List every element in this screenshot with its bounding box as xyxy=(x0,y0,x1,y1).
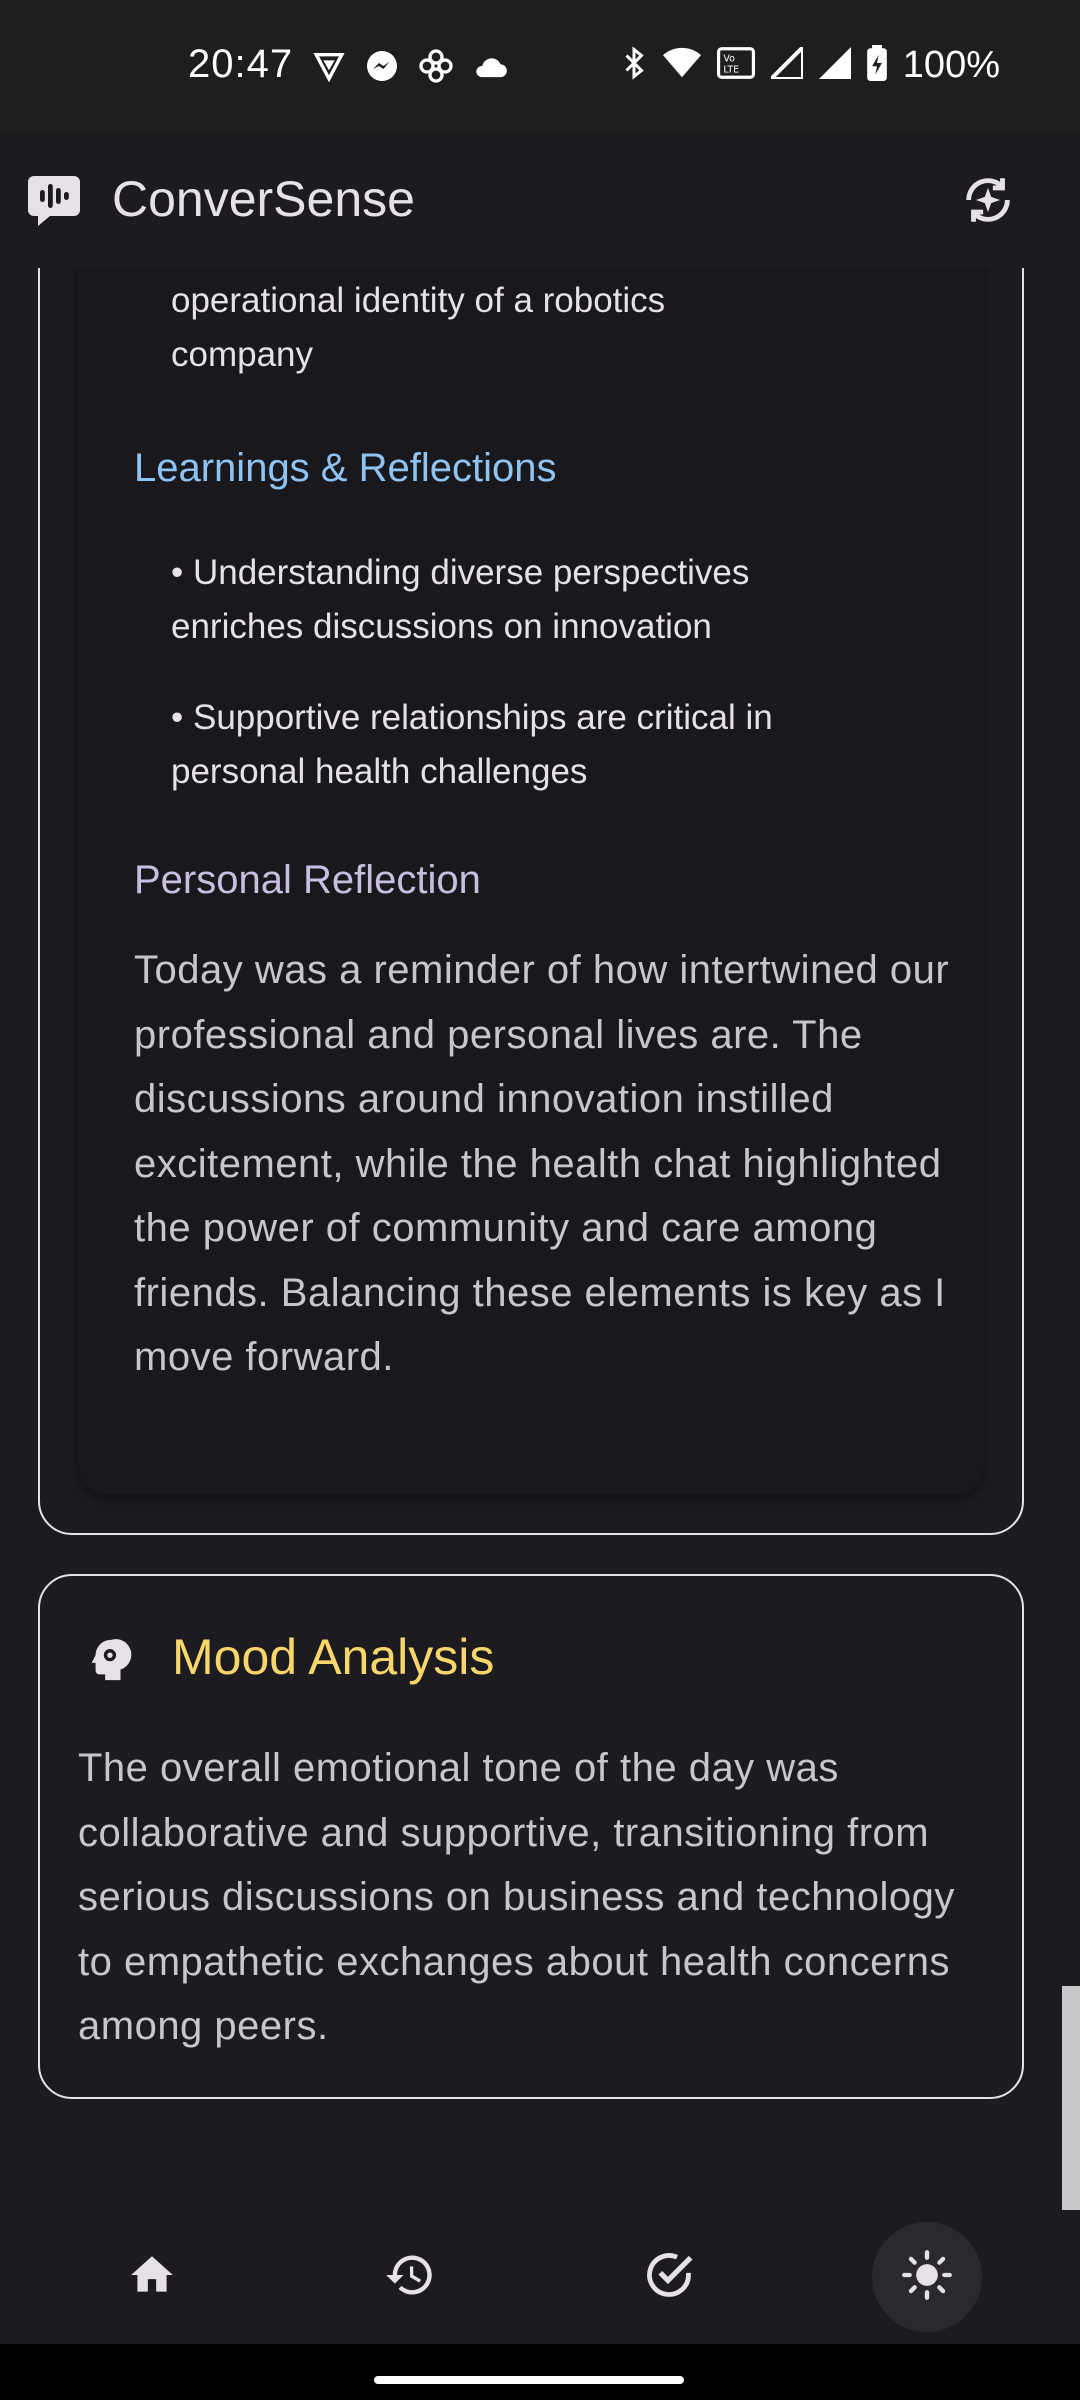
ai-sparkle-sync-icon xyxy=(959,171,1017,234)
head-gear-icon xyxy=(86,1636,132,1682)
waveform-chat-icon xyxy=(26,172,82,228)
learning-item: personal health challenges xyxy=(171,752,588,791)
nav-home[interactable] xyxy=(97,2222,207,2332)
svg-text:Vo: Vo xyxy=(723,53,735,64)
daily-summary-content[interactable]: operational identity of a robotics compa… xyxy=(0,268,1080,2210)
learning-item: • Supportive relationships are critical … xyxy=(171,698,773,737)
bullet-text: operational identity of a robotics xyxy=(171,281,666,320)
mood-title: Mood Analysis xyxy=(172,1629,495,1685)
volte-icon: Vo LTE xyxy=(716,46,755,85)
signal-icon xyxy=(765,42,805,84)
reflection-text: Today was a reminder of how intertwined … xyxy=(134,948,950,1379)
sun-icon xyxy=(901,2249,953,2306)
reflection-heading: Personal Reflection xyxy=(134,858,481,902)
system-navigation-bar xyxy=(0,2344,1080,2400)
ai-sync-button[interactable] xyxy=(956,170,1020,234)
app-bar: ConverSense xyxy=(0,132,1080,268)
history-icon xyxy=(384,2249,436,2306)
status-notification-icons xyxy=(312,48,510,89)
mood-text: The overall emotional tone of the day wa… xyxy=(78,1746,955,2048)
status-system-icons: Vo LTE 100% xyxy=(621,42,1000,87)
cloud-icon xyxy=(472,51,510,86)
mood-analysis-card: Mood Analysis The overall emotional tone… xyxy=(38,1574,1024,2099)
home-gesture-handle[interactable] xyxy=(374,2376,684,2384)
app-title: ConverSense xyxy=(112,171,415,227)
bullet-text: company xyxy=(171,335,314,374)
signal-icon xyxy=(818,47,851,84)
status-bar: 20:47 Vo LTE 100% xyxy=(0,0,1080,132)
nav-tasks[interactable] xyxy=(614,2222,724,2332)
check-circle-icon xyxy=(643,2249,695,2306)
svg-text:LTE: LTE xyxy=(723,65,739,76)
status-time: 20:47 xyxy=(188,42,294,86)
wifi-icon xyxy=(662,47,701,84)
vpn-shield-icon xyxy=(312,49,346,88)
pinwheel-icon xyxy=(418,48,454,89)
learnings-heading: Learnings & Reflections xyxy=(134,446,557,490)
learning-item: • Understanding diverse perspectives xyxy=(171,553,750,592)
nav-insights[interactable] xyxy=(872,2222,982,2332)
messenger-icon xyxy=(364,48,400,89)
battery-percentage: 100% xyxy=(902,44,1000,86)
bottom-navigation xyxy=(0,2210,1080,2344)
nav-history[interactable] xyxy=(355,2222,465,2332)
learning-item: enriches discussions on innovation xyxy=(171,607,712,646)
scrollbar[interactable] xyxy=(1062,1986,1080,2210)
home-icon xyxy=(127,2250,177,2305)
bluetooth-icon xyxy=(621,45,647,86)
battery-charging-icon xyxy=(866,45,887,86)
